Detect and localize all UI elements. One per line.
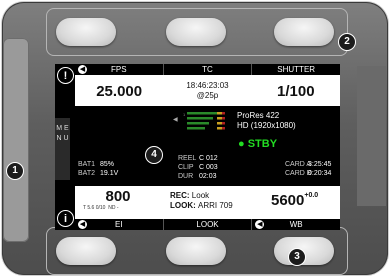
clip-label: CLIP (178, 164, 194, 171)
nd-value: ND - (108, 205, 119, 211)
status-stby: ● STBY (238, 138, 277, 150)
look-value: ARRI 709 (198, 201, 233, 210)
ei-hardware-button[interactable] (56, 237, 116, 265)
timecode-rate: @25p (196, 91, 219, 100)
warning-icon[interactable]: ! (57, 67, 74, 84)
status-text: STBY (247, 138, 278, 150)
shutter-value: 1/100 (277, 83, 315, 100)
display-screen: ! M E N U i ◀ FPS TC SHUTTER 25.000 18:46… (55, 64, 340, 230)
ei-cell[interactable]: 800 T 5.6 0/10 ND - (83, 188, 153, 211)
ei-sub: T 5.6 0/10 (83, 205, 106, 211)
arrow-left-icon: ◀ (255, 220, 265, 229)
wb-cell[interactable]: 5600+0.0 (271, 192, 318, 210)
shutter-cell[interactable]: 1/100 (252, 75, 340, 106)
left-button-column: ! M E N U i (55, 64, 75, 230)
tab-shutter[interactable]: SHUTTER (252, 64, 340, 75)
audio-meter: ◀ 1 (173, 112, 225, 130)
info-icon[interactable]: i (57, 210, 74, 227)
svg-text:◀: ◀ (173, 117, 178, 123)
bat2-label: BAT2 (78, 170, 95, 177)
bat2-value: 19.1V (100, 170, 119, 177)
callout-marker-1: 1 (6, 162, 24, 180)
bottom-value-panel: 800 T 5.6 0/10 ND - REC: Look LOOK: ARRI… (75, 186, 340, 219)
reel-label: REEL (178, 155, 197, 162)
status-panel: ◀ 1 ProRes 422 HD (1920x1080) ● STBY BAT… (75, 106, 340, 186)
codec-line2: HD (1920x1080) (237, 121, 296, 130)
tab-wb[interactable]: ◀ WB (252, 219, 340, 230)
tc-hardware-button[interactable] (166, 18, 226, 46)
record-dot-icon: ● (238, 138, 245, 150)
callout-marker-4: 4 (145, 146, 163, 164)
arrow-left-icon: ◀ (78, 65, 87, 74)
wb-value: 5600 (271, 192, 305, 209)
rec-label: REC: (170, 191, 190, 200)
tab-look[interactable]: LOOK (163, 219, 253, 230)
tab-tc[interactable]: TC (163, 64, 253, 75)
fps-cell[interactable]: 25.000 (75, 75, 163, 106)
tab-tc-label: TC (202, 65, 213, 74)
look-hardware-button[interactable] (166, 237, 226, 265)
fps-value: 25.000 (96, 83, 143, 100)
callout-marker-3: 3 (288, 248, 306, 266)
callout-marker-2: 2 (338, 33, 356, 51)
right-side-panel (357, 66, 386, 206)
fps-hardware-button[interactable] (56, 18, 116, 46)
wb-tint: +0.0 (304, 192, 319, 199)
rec-value: Look (191, 191, 210, 200)
tab-wb-label: WB (289, 220, 303, 229)
arrow-left-icon: ◀ (78, 220, 87, 229)
tab-shutter-label: SHUTTER (277, 65, 316, 74)
dur-value: 02:03 (199, 173, 217, 180)
tc-cell[interactable]: 18:46:23:03 @25p (163, 75, 251, 106)
svg-text:1: 1 (183, 112, 186, 117)
ei-value: 800 (105, 188, 131, 205)
tab-ei-label: EI (115, 220, 123, 229)
tab-ei[interactable]: ◀ EI (75, 219, 164, 230)
tab-fps[interactable]: ◀ FPS (75, 64, 164, 75)
top-value-panel: 25.000 18:46:23:03 @25p 1/100 (75, 75, 340, 106)
clip-value: C 003 (199, 164, 218, 171)
menu-button[interactable]: M E N U (55, 118, 70, 180)
dur-label: DUR (178, 173, 194, 180)
left-side-panel (3, 38, 29, 242)
timecode-value: 18:46:23:03 (186, 81, 229, 90)
bat1-label: BAT1 (78, 161, 95, 168)
reel-value: C 012 (199, 155, 218, 162)
look-label: LOOK: (170, 201, 196, 210)
tab-fps-label: FPS (111, 65, 127, 74)
bottom-tab-bar: ◀ EI LOOK ◀ WB (75, 219, 340, 230)
codec-line1: ProRes 422 (237, 111, 280, 120)
bat1-value: 85% (100, 161, 115, 168)
card-b-value: 0:20:34 (308, 170, 332, 177)
look-cell[interactable]: REC: Look LOOK: ARRI 709 (170, 191, 233, 211)
top-tab-bar: ◀ FPS TC SHUTTER (75, 64, 340, 75)
card-a-value: 3:25:45 (308, 161, 332, 168)
tab-look-label: LOOK (196, 220, 219, 229)
top-button-row (46, 8, 348, 56)
shutter-hardware-button[interactable] (274, 18, 334, 46)
